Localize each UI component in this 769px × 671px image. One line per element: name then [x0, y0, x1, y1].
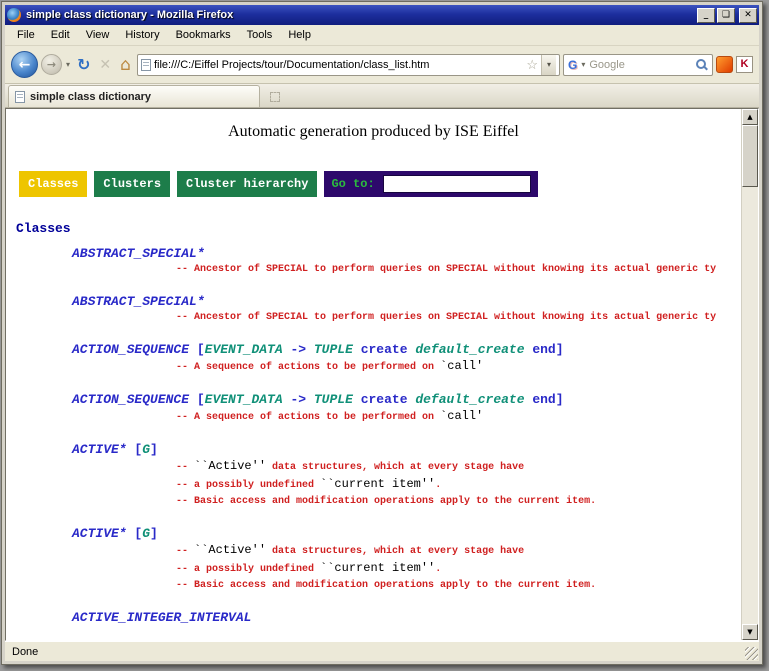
class-comment: -- Basic access and modification operati… [6, 578, 741, 594]
resize-grip[interactable] [745, 647, 758, 660]
status-text: Done [12, 646, 38, 658]
class-comment: -- a possibly undefined ``current item''… [6, 476, 741, 494]
maximize-button[interactable]: ❏ [717, 8, 735, 23]
firefox-icon [7, 8, 21, 22]
url-input[interactable] [154, 59, 523, 71]
menu-edit[interactable]: Edit [43, 26, 78, 44]
menu-file[interactable]: File [9, 26, 43, 44]
tab-favicon [15, 91, 25, 103]
class-comment: -- Ancestor of SPECIAL to perform querie… [6, 262, 741, 278]
nav-button-classes[interactable]: Classes [19, 171, 87, 197]
class-entries: ABSTRACT_SPECIAL*-- Ancestor of SPECIAL … [6, 246, 741, 626]
menu-tools[interactable]: Tools [239, 26, 281, 44]
addon-icon-kaspersky[interactable]: K [736, 56, 753, 73]
minimize-button[interactable]: _ [697, 8, 715, 23]
status-bar: Done [5, 641, 759, 661]
menu-help[interactable]: Help [280, 26, 319, 44]
menu-bar: FileEditViewHistoryBookmarksToolsHelp [5, 25, 759, 46]
class-comment: -- ``Active'' data structures, which at … [6, 458, 741, 476]
page-favicon [141, 59, 151, 71]
page-nav-row: Classes Clusters Cluster hierarchy Go to: [19, 171, 741, 197]
class-comment: -- Ancestor of SPECIAL to perform querie… [6, 310, 741, 326]
page-title: Automatic generation produced by ISE Eif… [6, 123, 741, 141]
scroll-up-icon[interactable]: ▲ [742, 109, 758, 125]
home-icon[interactable]: ⌂ [117, 55, 134, 75]
tab-simple-class-dictionary[interactable]: simple class dictionary [8, 85, 260, 107]
class-entry: ACTION_SEQUENCE [EVENT_DATA -> TUPLE cre… [6, 342, 741, 376]
title-bar: simple class dictionary - Mozilla Firefo… [5, 5, 759, 25]
class-comment: -- A sequence of actions to be performed… [6, 408, 741, 426]
class-entry: ACTIVE_INTEGER_INTERVAL [6, 610, 741, 626]
search-engine-dropdown-icon[interactable]: ▾ [580, 60, 586, 69]
google-icon[interactable]: G [568, 58, 577, 72]
navigation-toolbar: ← → ▾ ↻ ✕ ⌂ ☆ ▾ G ▾ K [5, 46, 759, 84]
bookmark-star-icon[interactable]: ☆ [526, 58, 538, 71]
vertical-scrollbar[interactable]: ▲ ▼ [741, 109, 758, 640]
tab-label: simple class dictionary [30, 91, 151, 103]
web-page: Automatic generation produced by ISE Eif… [6, 109, 741, 640]
goto-box: Go to: [324, 171, 537, 197]
class-entry: ACTIVE* [G]-- ``Active'' data structures… [6, 526, 741, 594]
class-comment: -- a possibly undefined ``current item''… [6, 560, 741, 578]
url-dropdown-icon[interactable]: ▾ [541, 55, 556, 75]
menu-bookmarks[interactable]: Bookmarks [168, 26, 239, 44]
search-bar[interactable]: G ▾ [563, 54, 713, 76]
nav-button-cluster-hierarchy[interactable]: Cluster hierarchy [177, 171, 317, 197]
goto-input[interactable] [383, 175, 531, 193]
class-entry: ACTIVE* [G]-- ``Active'' data structures… [6, 442, 741, 510]
class-comment: -- Basic access and modification operati… [6, 494, 741, 510]
scrollbar-thumb[interactable] [742, 125, 758, 187]
search-icon[interactable] [695, 58, 708, 71]
search-input[interactable] [589, 59, 692, 71]
addon-icon-1[interactable] [716, 56, 733, 73]
forward-button[interactable]: → [41, 54, 62, 75]
class-comment: -- A sequence of actions to be performed… [6, 358, 741, 376]
stop-icon: ✕ [96, 57, 114, 73]
scroll-down-icon[interactable]: ▼ [742, 624, 758, 640]
class-entry: ABSTRACT_SPECIAL*-- Ancestor of SPECIAL … [6, 294, 741, 326]
class-name-link[interactable]: ABSTRACT_SPECIAL* [6, 246, 741, 262]
class-name-link[interactable]: ACTIVE* [G] [6, 526, 741, 542]
menu-history[interactable]: History [117, 26, 167, 44]
tab-strip-icon[interactable] [270, 92, 280, 102]
back-button[interactable]: ← [11, 51, 38, 78]
address-bar[interactable]: ☆ ▾ [137, 54, 560, 76]
browser-window: simple class dictionary - Mozilla Firefo… [1, 1, 763, 665]
class-name-link[interactable]: ABSTRACT_SPECIAL* [6, 294, 741, 310]
refresh-icon[interactable]: ↻ [74, 55, 93, 74]
class-name-link[interactable]: ACTION_SEQUENCE [EVENT_DATA -> TUPLE cre… [6, 342, 741, 358]
menu-view[interactable]: View [78, 26, 118, 44]
history-dropdown-icon[interactable]: ▾ [65, 60, 71, 69]
nav-button-clusters[interactable]: Clusters [94, 171, 170, 197]
class-entry: ABSTRACT_SPECIAL*-- Ancestor of SPECIAL … [6, 246, 741, 278]
tab-bar: simple class dictionary [5, 84, 759, 108]
window-title: simple class dictionary - Mozilla Firefo… [26, 9, 695, 21]
class-name-link[interactable]: ACTION_SEQUENCE [EVENT_DATA -> TUPLE cre… [6, 392, 741, 408]
goto-label: Go to: [331, 177, 374, 191]
content-area: Automatic generation produced by ISE Eif… [5, 108, 759, 641]
class-name-link[interactable]: ACTIVE* [G] [6, 442, 741, 458]
section-title: Classes [16, 221, 741, 236]
close-button[interactable]: ✕ [739, 8, 757, 23]
class-entry: ACTION_SEQUENCE [EVENT_DATA -> TUPLE cre… [6, 392, 741, 426]
class-comment: -- ``Active'' data structures, which at … [6, 542, 741, 560]
class-name-link[interactable]: ACTIVE_INTEGER_INTERVAL [6, 610, 741, 626]
